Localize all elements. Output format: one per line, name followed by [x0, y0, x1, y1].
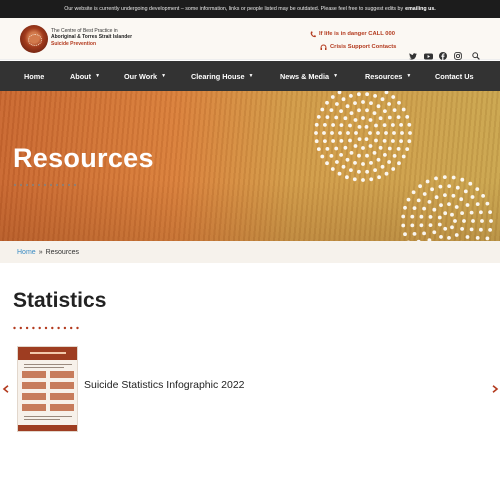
arrow-left-icon[interactable]: [1, 383, 11, 395]
nav-item-label: Resources: [365, 71, 403, 81]
notice-text: Our website is currently undergoing deve…: [64, 6, 404, 12]
nav-item-label: Our Work: [124, 71, 158, 81]
breadcrumb-separator: »: [38, 248, 43, 256]
infographic-thumbnail[interactable]: [17, 346, 78, 432]
chevron-down-icon: ▼: [95, 73, 101, 79]
thumb-block: [50, 371, 74, 378]
breadcrumb-home-link[interactable]: Home: [17, 249, 36, 256]
nav-item-label: Home: [24, 71, 45, 81]
headset-icon: [320, 44, 327, 50]
nav-item-news-media[interactable]: News & Media ▼: [280, 61, 338, 91]
thumb-header: [18, 347, 77, 360]
thumb-block: [50, 404, 74, 411]
hero-banner: Resources: [0, 91, 500, 241]
site-logo-icon[interactable]: [20, 25, 48, 53]
notice-bar: Our website is currently undergoing deve…: [0, 0, 500, 18]
crisis-support-link[interactable]: Crisis Support Contacts: [320, 42, 396, 52]
chevron-down-icon: ▼: [161, 73, 167, 79]
nav-item-label: Clearing House: [191, 71, 245, 81]
notice-email-link[interactable]: emailing us.: [405, 6, 436, 12]
site-header: The Centre of Best Practice in Aborigina…: [0, 18, 500, 60]
instagram-icon[interactable]: [453, 51, 463, 61]
breadcrumb-current: Resources: [45, 248, 80, 256]
chevron-down-icon: ▼: [406, 73, 412, 79]
chevron-down-icon: ▼: [333, 73, 339, 79]
hero-title: Resources: [13, 143, 154, 173]
thumb-line: [24, 367, 64, 368]
youtube-icon[interactable]: [423, 51, 433, 61]
thumb-block: [50, 393, 74, 400]
nav-item-label: About: [70, 71, 92, 81]
nav-item-label: News & Media: [280, 71, 330, 81]
crisis-text: Crisis Support Contacts: [330, 44, 397, 50]
header-links: If life is in danger CALL 000 Crisis Sup…: [310, 29, 396, 55]
nav-item-our-work[interactable]: Our Work ▼: [124, 61, 166, 91]
thumb-block: [22, 404, 46, 411]
twitter-icon[interactable]: [408, 51, 418, 61]
thumb-block: [22, 382, 46, 389]
search-icon[interactable]: [471, 51, 481, 61]
facebook-icon[interactable]: [438, 51, 448, 61]
thumb-block: [22, 393, 46, 400]
chevron-down-icon: ▼: [248, 73, 254, 79]
arrow-right-icon[interactable]: [490, 383, 500, 395]
thumb-footer: [18, 425, 77, 431]
thumb-line: [24, 419, 60, 420]
main-nav: Home About ▼ Our Work ▼ Clearing House ▼ Ne…: [0, 61, 500, 91]
breadcrumb: Home » Resources: [0, 241, 500, 263]
social-links: [408, 51, 463, 61]
danger-link[interactable]: If life is in danger CALL 000: [310, 29, 396, 39]
logo-line-2: Aboriginal & Torres Strait Islander: [51, 34, 133, 41]
thumb-block: [50, 382, 74, 389]
danger-text: If life is in danger CALL 000: [319, 31, 395, 37]
nav-item-about[interactable]: About ▼: [70, 61, 100, 91]
carousel-item-title[interactable]: Suicide Statistics Infographic 2022: [84, 379, 245, 391]
phone-icon: [310, 31, 316, 37]
nav-item-home[interactable]: Home: [24, 61, 44, 91]
thumb-block: [22, 371, 46, 378]
nav-item-contact-us[interactable]: Contact Us: [435, 61, 474, 91]
site-logo-text[interactable]: The Centre of Best Practice in Aborigina…: [51, 28, 132, 47]
nav-item-label: Contact Us: [435, 71, 474, 81]
nav-item-clearing-house[interactable]: Clearing House ▼: [191, 61, 253, 91]
title-dotted-underline: [13, 326, 79, 330]
section-title: Statistics: [13, 289, 107, 312]
logo-line-3: Suicide Prevention: [51, 40, 97, 47]
thumb-line: [24, 364, 72, 365]
nav-item-resources[interactable]: Resources ▼: [365, 61, 411, 91]
thumb-line: [24, 416, 72, 417]
